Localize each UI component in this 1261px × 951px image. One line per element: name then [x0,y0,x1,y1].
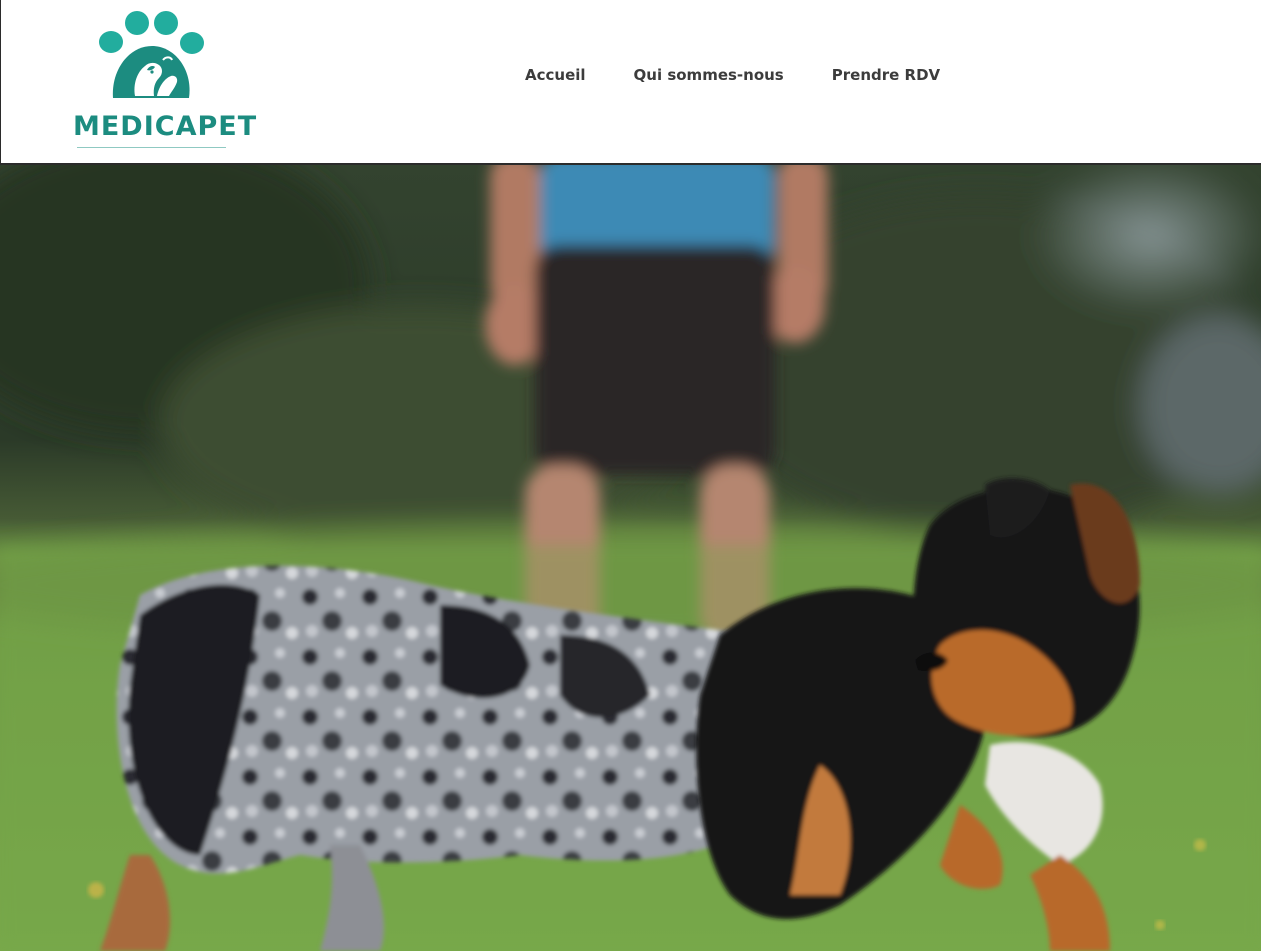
nav-item-qui-sommes-nous[interactable]: Qui sommes-nous [610,62,808,88]
hero-banner [0,165,1261,951]
brand-name: MEDICAPET [73,111,258,142]
main-nav: Accueil Qui sommes-nous Prendre RDV [501,62,964,88]
brand-logo[interactable]: MEDICAPET [73,10,258,155]
nav-item-prendre-rdv[interactable]: Prendre RDV [808,62,964,88]
brand-underline [77,147,226,148]
nav-item-accueil[interactable]: Accueil [501,62,610,88]
site-header: MEDICAPET Accueil Qui sommes-nous Prendr… [0,0,1261,165]
hero-image [0,165,1261,951]
paw-icon [99,11,204,98]
